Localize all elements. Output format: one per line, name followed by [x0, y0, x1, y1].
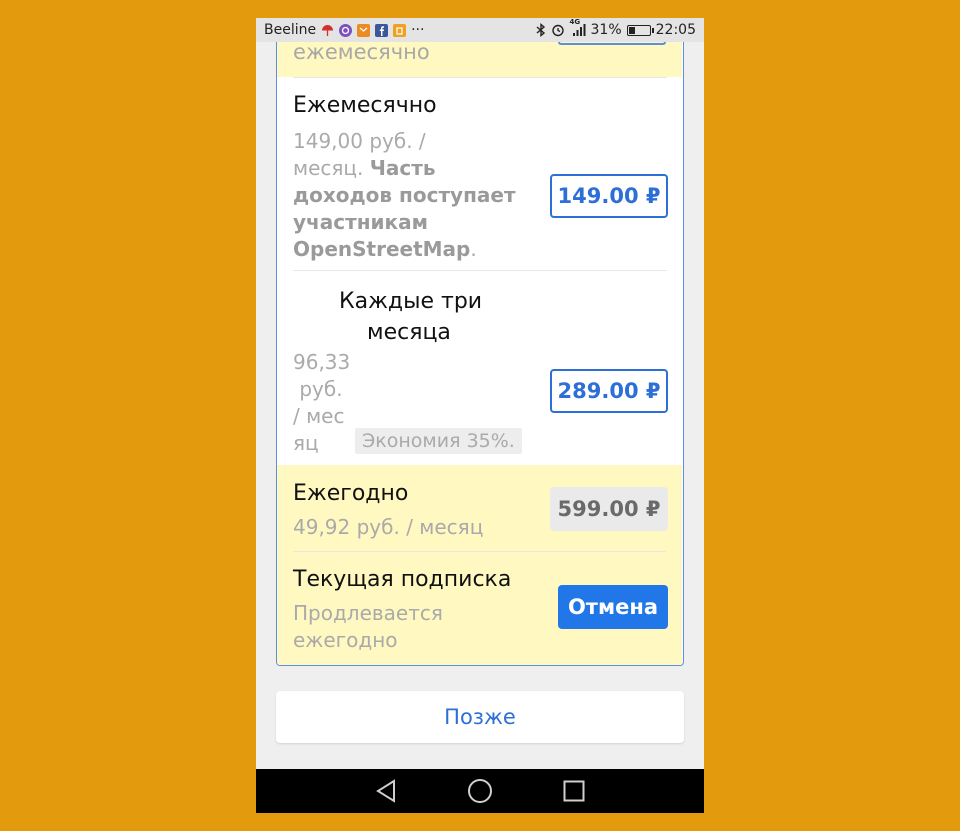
monthly-note-line: участникам — [293, 210, 428, 234]
renewal-line: ежегодно — [293, 628, 398, 652]
plan-title-quarterly: Каждые три месяца — [339, 286, 539, 348]
divider — [293, 551, 666, 552]
current-subscription-description: Продлевается ежегодно — [293, 600, 443, 654]
more-notifications-icon: ··· — [411, 22, 425, 38]
later-button[interactable]: Позже — [276, 691, 684, 743]
clock: 22:05 — [655, 22, 696, 38]
navigation-bar — [256, 769, 704, 813]
carrier-label: Beeline — [264, 22, 317, 38]
plan-description-yearly: 49,92 руб. / месяц — [293, 515, 484, 539]
price-button-yearly: 599.00 ₽ — [550, 487, 668, 531]
recents-icon[interactable] — [561, 778, 587, 804]
bluetooth-icon — [536, 23, 546, 37]
price-button-monthly[interactable]: 149.00 ₽ — [550, 174, 668, 218]
subscription-plans-card: ежемесячно Ежемесячно 149,00 руб. / меся… — [276, 42, 684, 666]
current-subscription-title: Текущая подписка — [293, 567, 512, 592]
home-icon[interactable] — [467, 778, 493, 804]
quarterly-price-line: 96,33 — [293, 350, 351, 374]
battery-percent: 31% — [590, 22, 622, 38]
plan-row-quarterly[interactable]: Каждые три месяца 96,33 руб. / мес яц Эк… — [277, 271, 682, 465]
monthly-note-line: доходов поступает — [293, 183, 516, 207]
price-button-quarterly[interactable]: 289.00 ₽ — [550, 369, 668, 413]
quarterly-price-line: яц — [293, 431, 319, 455]
monthly-period: месяц. — [293, 156, 370, 180]
monthly-price-per-month: 149,00 руб. / — [293, 129, 426, 153]
partial-plan-text: ежемесячно — [293, 42, 430, 64]
umbrella-icon — [321, 24, 334, 37]
facebook-icon — [375, 23, 389, 37]
plan-row-partial[interactable]: ежемесячно — [277, 42, 682, 77]
monthly-note-suffix: . — [470, 237, 477, 261]
status-left: Beeline ··· — [264, 22, 424, 38]
signal-icon: 4G — [570, 18, 586, 37]
plan-title-monthly: Ежемесячно — [293, 93, 437, 118]
alarm-icon — [551, 23, 565, 37]
plan-title-yearly: Ежегодно — [293, 481, 409, 506]
quarterly-price-line: руб. — [293, 377, 343, 401]
monthly-note-bold: Часть — [369, 156, 436, 180]
quarterly-title-line: Каждые три — [339, 289, 483, 314]
cancel-subscription-button[interactable]: Отмена — [558, 585, 668, 629]
quarterly-title-line: месяца — [367, 320, 451, 345]
status-right: 4G 31% 22:05 — [536, 18, 696, 38]
phone-screen: Beeline ··· 4G 31% 22:05 ежемесячно Ежем… — [256, 18, 704, 813]
plan-description-quarterly: 96,33 руб. / мес яц — [293, 349, 353, 457]
mail-icon — [357, 23, 371, 37]
back-icon[interactable] — [373, 778, 399, 804]
battery-icon — [626, 24, 654, 36]
plan-row-yearly[interactable]: Ежегодно 49,92 руб. / месяц 599.00 ₽ Тек… — [277, 465, 682, 665]
savings-badge: Экономия 35%. — [355, 428, 522, 454]
monthly-note-line: OpenStreetMap — [293, 237, 471, 261]
status-bar: Beeline ··· 4G 31% 22:05 — [256, 18, 704, 42]
notification-icon — [393, 23, 407, 37]
viber-icon — [339, 23, 353, 37]
plan-description-monthly: 149,00 руб. / месяц. Часть доходов посту… — [293, 128, 533, 263]
renewal-line: Продлевается — [293, 601, 443, 625]
network-type-label: 4G — [569, 18, 581, 26]
plan-row-monthly[interactable]: Ежемесячно 149,00 руб. / месяц. Часть до… — [277, 78, 682, 270]
partial-price-button-edge[interactable] — [558, 42, 666, 45]
quarterly-price-line: / мес — [293, 404, 345, 428]
